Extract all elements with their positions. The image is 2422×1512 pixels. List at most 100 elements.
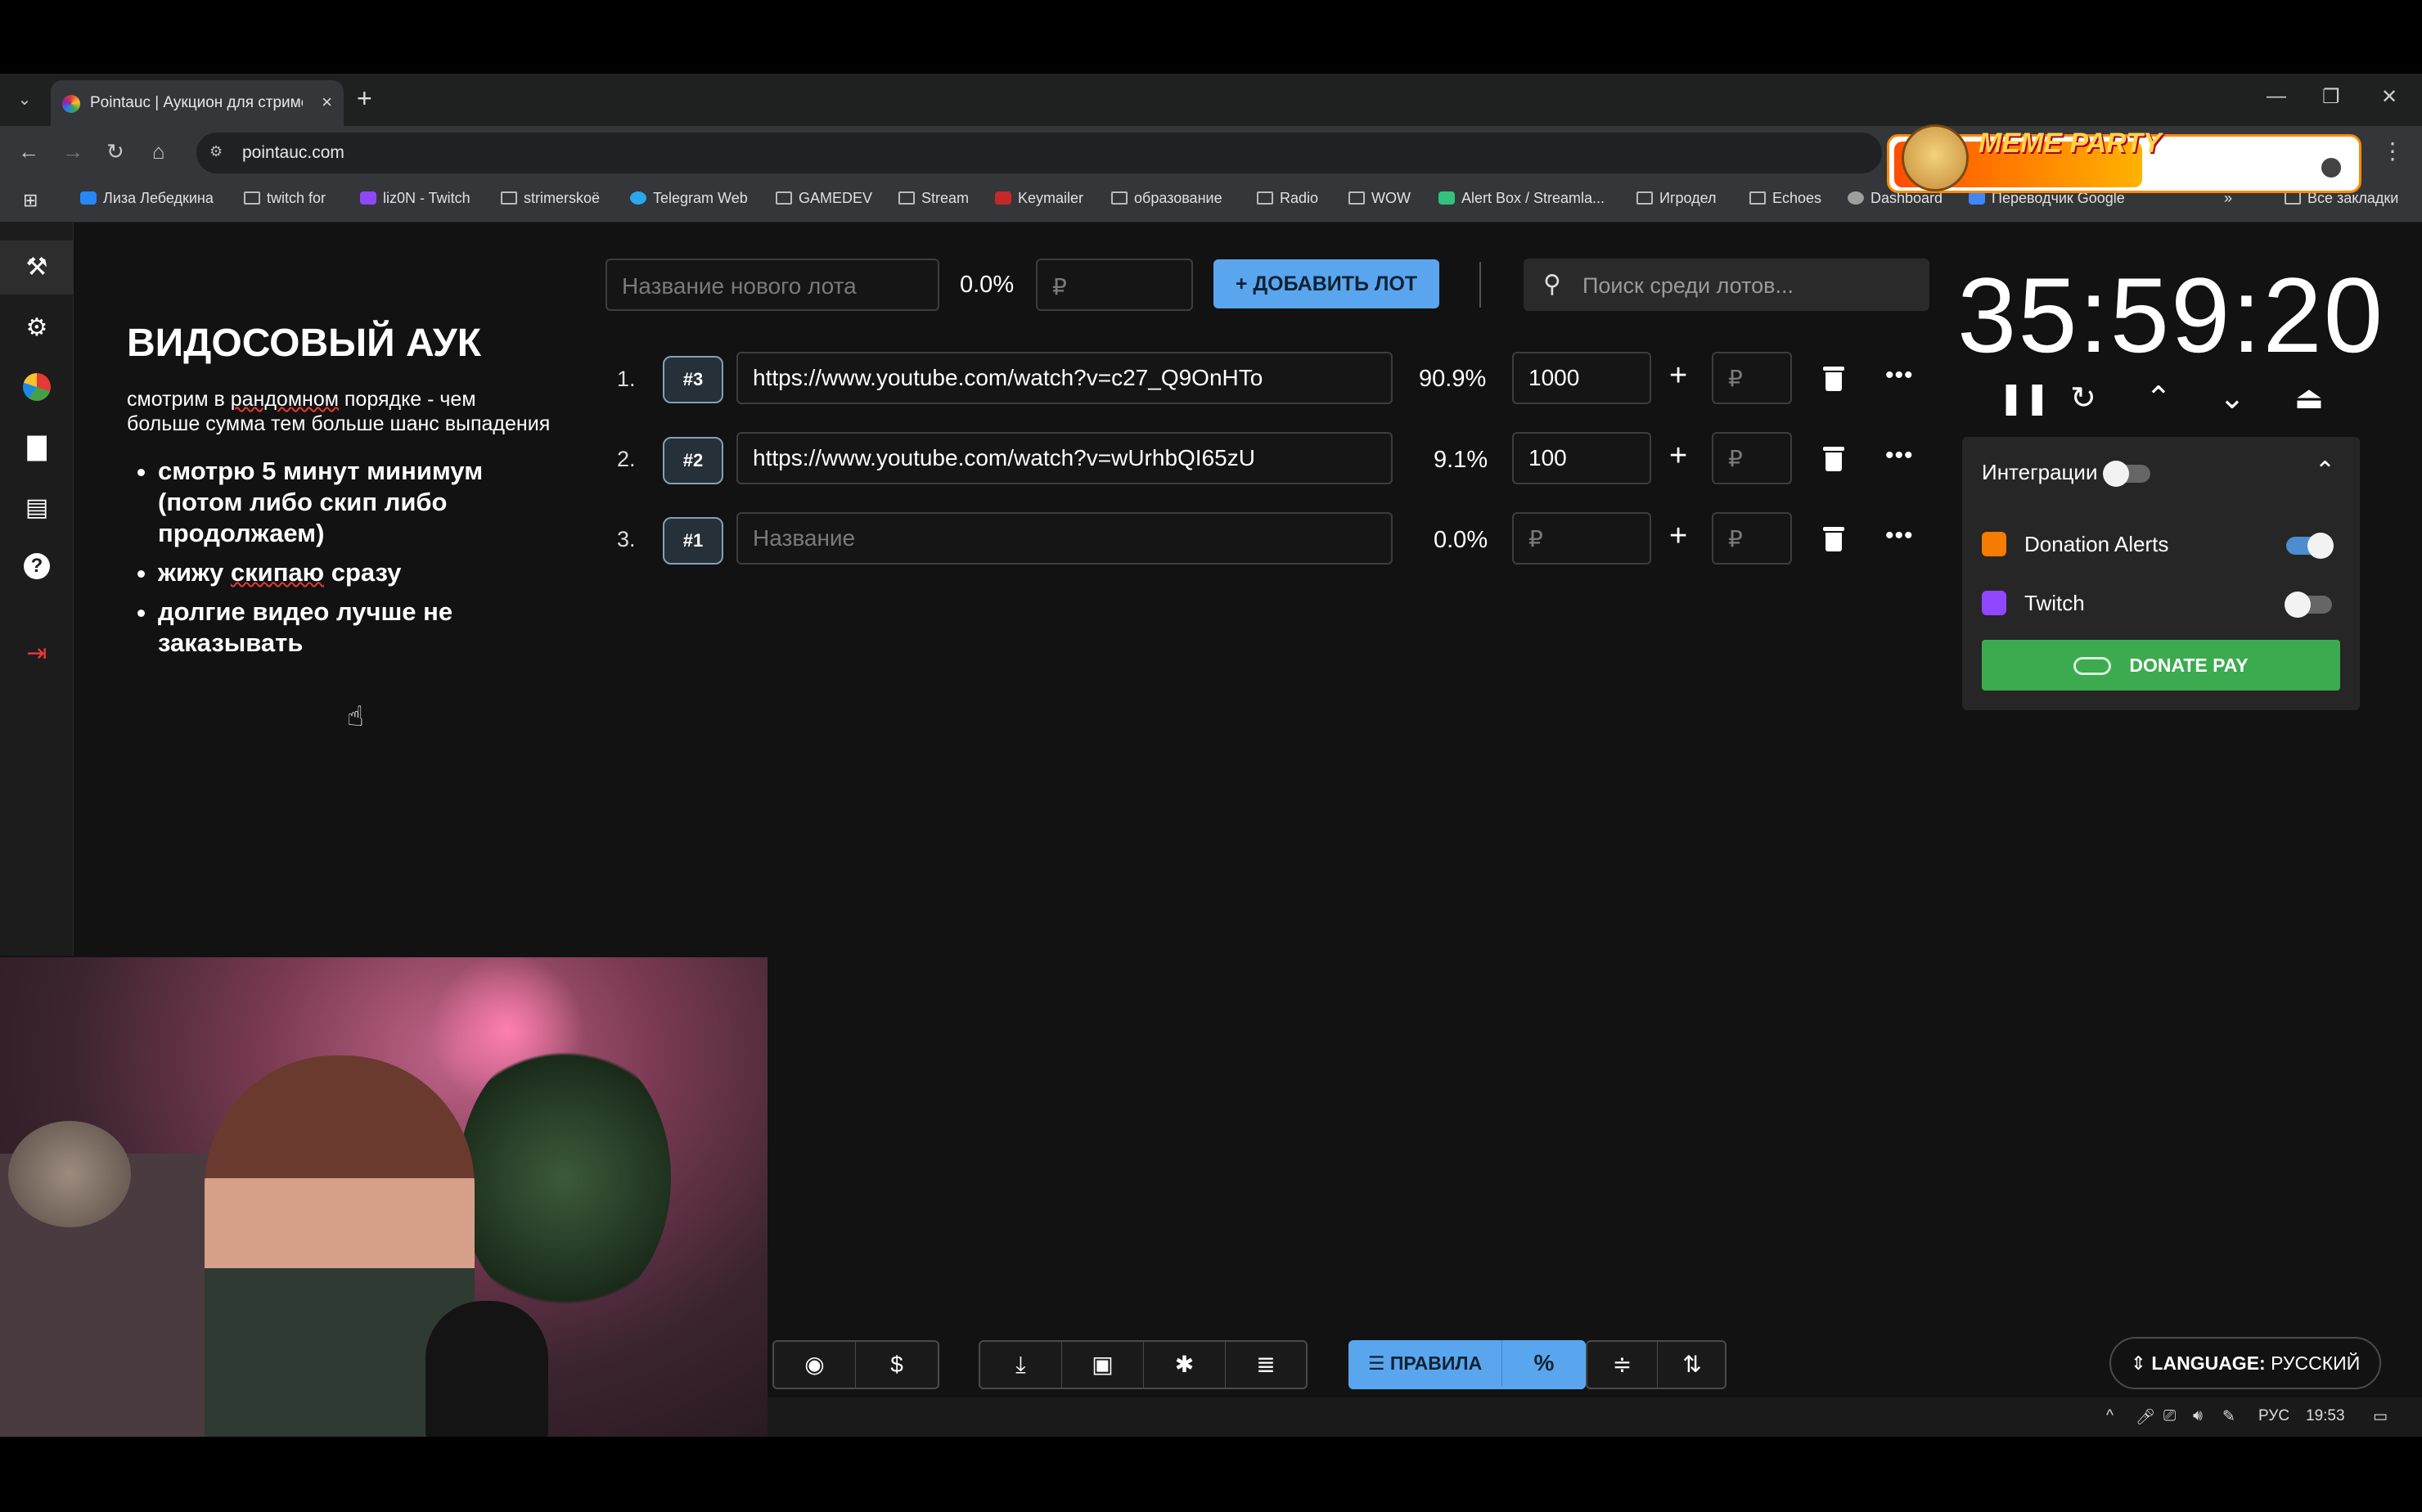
clock[interactable]: 19:53 xyxy=(2306,1407,2345,1425)
lot-percent: 0.0% xyxy=(1434,527,1488,553)
lot-id-badge[interactable]: #3 xyxy=(663,356,723,403)
site-favicon-icon xyxy=(62,95,80,113)
notifications-icon[interactable]: ▭ xyxy=(2373,1407,2388,1426)
network-icon[interactable]: ⎚ xyxy=(2163,1407,2176,1425)
lot-amount-input[interactable]: 100 xyxy=(1512,432,1651,484)
minimize-window-icon[interactable]: — xyxy=(2267,85,2286,108)
gear-icon[interactable]: ⚙ xyxy=(21,313,52,344)
lot-more-icon[interactable]: ••• xyxy=(1885,442,1914,470)
save-icon[interactable]: ▣ xyxy=(1062,1342,1144,1388)
pause-icon[interactable]: ❚❚ xyxy=(1998,380,2051,416)
volume-icon[interactable]: 🔊︎ xyxy=(2193,1407,2203,1425)
bookmark-folder[interactable]: Echoes xyxy=(1749,190,1821,207)
search-box[interactable]: ⚲ Поиск среди лотов... xyxy=(1524,259,1929,311)
bookmark-folder[interactable]: Radio xyxy=(1257,190,1318,207)
reload-icon[interactable]: ↻ xyxy=(106,139,124,164)
double-increase-time-icon[interactable]: ⏏ xyxy=(2294,380,2324,416)
bookmark-item[interactable]: Telegram Web xyxy=(630,190,748,207)
lot-name-input[interactable]: https://www.youtube.com/watch?v=c27_Q9On… xyxy=(736,352,1393,404)
chevron-up-icon[interactable]: ⌃ xyxy=(2315,457,2335,485)
lot-name-input[interactable]: https://www.youtube.com/watch?v=wUrhbQI6… xyxy=(736,432,1393,484)
search-icon: ⚲ xyxy=(1543,271,1561,298)
bookmark-item[interactable]: Keymailer xyxy=(995,190,1083,207)
bug-icon[interactable]: ✱ xyxy=(1144,1342,1226,1388)
sort-icon[interactable]: ⇅ xyxy=(1658,1342,1726,1388)
lot-id-badge[interactable]: #1 xyxy=(663,517,723,565)
bookmark-item[interactable]: liz0N - Twitch xyxy=(360,190,470,207)
add-lot-button[interactable]: + ДОБАВИТЬ ЛОТ xyxy=(1213,259,1439,308)
add-amount-plus-icon[interactable]: + xyxy=(1669,519,1687,554)
bookmark-item[interactable]: Alert Box / Streamla... xyxy=(1438,190,1605,207)
github-icon[interactable]: ◉ xyxy=(774,1342,856,1388)
browser-menu-icon[interactable]: ⋮ xyxy=(2381,137,2404,164)
lot-id-badge[interactable]: #2 xyxy=(663,437,723,484)
search-input[interactable]: Поиск среди лотов... xyxy=(1582,273,1794,299)
add-amount-plus-icon[interactable]: + xyxy=(1669,358,1687,394)
rules-button[interactable]: ☰ ПРАВИЛА xyxy=(1348,1340,1502,1386)
bookmark-folder[interactable]: WOW xyxy=(1348,190,1411,207)
clipboard-icon[interactable]: ▤ xyxy=(21,493,52,524)
lot-amount-input[interactable]: 1000 xyxy=(1512,352,1651,404)
bookmark-folder[interactable]: GAMEDEV xyxy=(776,190,872,207)
increase-time-icon[interactable]: ⌃ xyxy=(2145,380,2172,416)
reset-timer-icon[interactable]: ↻ xyxy=(2070,380,2096,416)
download-icon[interactable]: ⤓ xyxy=(980,1342,1062,1388)
lot-more-icon[interactable]: ••• xyxy=(1885,362,1914,389)
folder-icon xyxy=(501,191,517,205)
browser-tab-active[interactable]: Pointauc | Аукцион для стримеров × xyxy=(51,80,344,126)
help-icon[interactable]: ? xyxy=(24,553,50,579)
home-icon[interactable]: ⌂ xyxy=(152,139,165,164)
tray-chevron-icon[interactable]: ^ xyxy=(2106,1407,2114,1425)
lot-name-input[interactable]: Название xyxy=(736,512,1393,565)
logout-icon[interactable]: ⇥ xyxy=(21,638,52,669)
lot-add-amount-input[interactable]: ₽ xyxy=(1712,352,1792,404)
rules-toolbar-group: ☰ ПРАВИЛА % xyxy=(1348,1340,1586,1389)
layout-toolbar-group: ≑ ⇅ xyxy=(1586,1340,1726,1389)
address-bar[interactable]: ⚙ pointauc.com xyxy=(196,133,1882,173)
back-icon[interactable]: ← xyxy=(18,139,39,164)
url-text[interactable]: pointauc.com xyxy=(242,143,344,163)
donate-icon[interactable]: $ xyxy=(856,1342,938,1388)
bookmark-folder[interactable]: Игродел xyxy=(1636,190,1717,207)
lot-add-amount-input[interactable]: ₽ xyxy=(1712,512,1792,565)
lot-add-amount-input[interactable]: ₽ xyxy=(1712,432,1792,484)
tab-list-button[interactable]: ⌄ xyxy=(10,85,39,115)
delete-lot-icon[interactable] xyxy=(1823,367,1844,391)
language-select[interactable]: ⇕ LANGUAGE: РУССКИЙ xyxy=(2109,1337,2381,1389)
new-tab-button[interactable]: + xyxy=(357,83,372,114)
decrease-time-icon[interactable]: ⌄ xyxy=(2219,380,2245,416)
bookmark-folder[interactable]: twitch for xyxy=(244,190,326,207)
pen-icon[interactable]: ✎ xyxy=(2222,1407,2235,1426)
bookmark-folder[interactable]: strimerskoë xyxy=(501,190,600,207)
compact-view-icon[interactable]: ≑ xyxy=(1587,1342,1658,1388)
bookmark-folder[interactable]: образование xyxy=(1111,190,1222,207)
folder-icon xyxy=(1749,191,1766,205)
twitch-toggle[interactable] xyxy=(2285,592,2332,618)
delete-lot-icon[interactable] xyxy=(1823,527,1844,551)
close-window-icon[interactable]: ✕ xyxy=(2381,85,2397,109)
new-lot-name-input[interactable]: Название нового лота xyxy=(606,259,939,311)
delete-lot-icon[interactable] xyxy=(1823,447,1844,471)
percent-button[interactable]: % xyxy=(1502,1340,1586,1386)
gavel-icon[interactable]: ⚒ xyxy=(21,252,52,283)
keymailer-icon xyxy=(995,191,1011,205)
new-lot-amount-input[interactable]: ₽ xyxy=(1036,259,1193,311)
lot-more-icon[interactable]: ••• xyxy=(1885,522,1914,550)
forward-icon[interactable]: → xyxy=(62,139,83,164)
integrations-toggle[interactable] xyxy=(2103,461,2150,487)
donation-alerts-toggle[interactable] xyxy=(2286,533,2334,559)
wheel-icon[interactable] xyxy=(23,373,51,401)
add-amount-plus-icon[interactable]: + xyxy=(1669,439,1687,474)
lot-amount-input[interactable]: ₽ xyxy=(1512,512,1651,565)
apps-grid-icon[interactable]: ⊞ xyxy=(23,190,38,211)
clear-list-icon[interactable]: ≣ xyxy=(1226,1342,1306,1388)
site-info-icon[interactable]: ⚙ xyxy=(209,143,229,163)
bookmark-folder[interactable]: Stream xyxy=(898,190,969,207)
close-tab-icon[interactable]: × xyxy=(322,92,332,113)
bookmark-item[interactable]: Лиза Лебедкина xyxy=(80,190,214,207)
restore-window-icon[interactable]: ❐ xyxy=(2322,85,2340,109)
stats-icon[interactable]: ▇ xyxy=(21,432,52,463)
microphone-icon[interactable]: 🎤︎ xyxy=(2136,1407,2155,1427)
donate-pay-button[interactable]: DONATE PAY xyxy=(1982,640,2340,691)
keyboard-language[interactable]: РУС xyxy=(2258,1407,2289,1425)
